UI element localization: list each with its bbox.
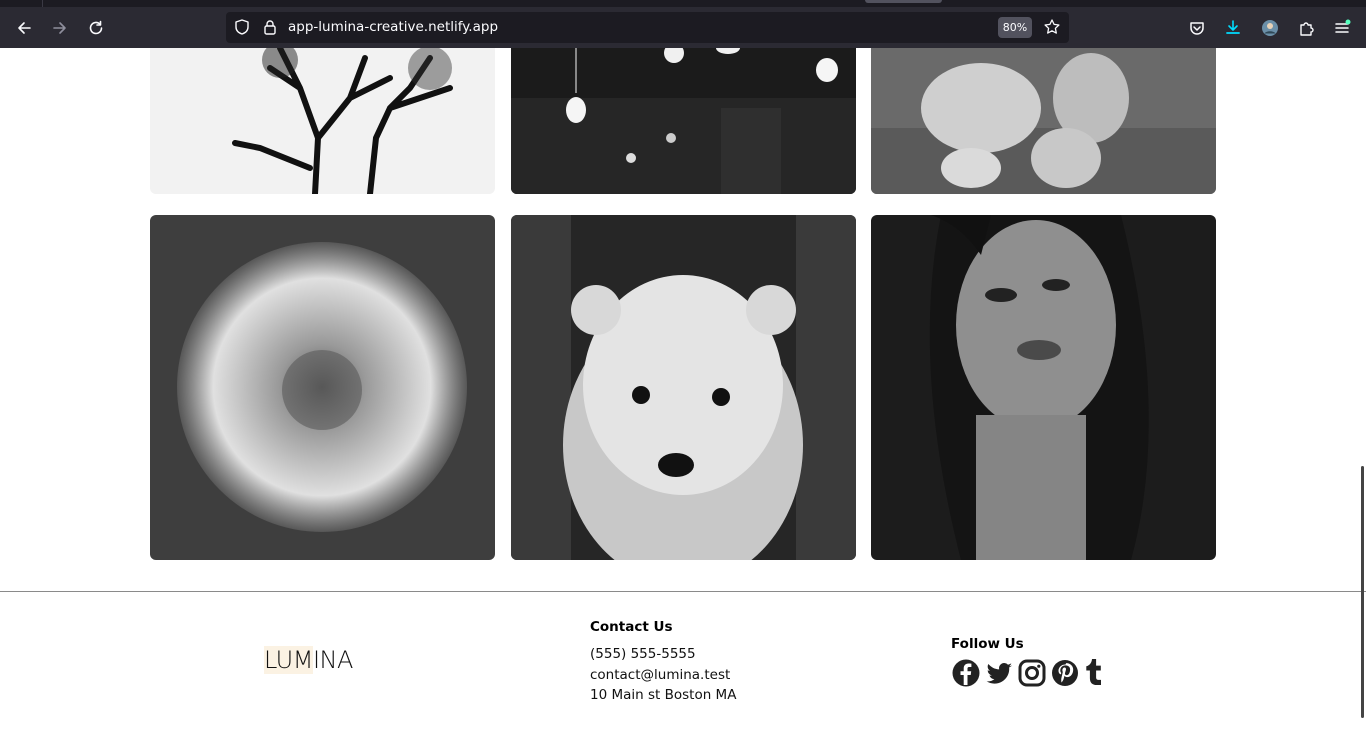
shield-icon[interactable] xyxy=(233,18,251,36)
twitter-icon xyxy=(986,663,1012,684)
account-button[interactable] xyxy=(1257,15,1283,41)
forward-arrow-icon xyxy=(53,22,66,34)
reload-icon xyxy=(89,20,103,35)
gallery-image-portrait[interactable] xyxy=(871,215,1216,560)
contact-heading: Contact Us xyxy=(590,619,673,635)
hamburger-menu-icon xyxy=(1335,19,1351,33)
bookmark-star-icon[interactable] xyxy=(1043,18,1061,36)
pinterest-icon xyxy=(1052,660,1078,686)
scrollbar-thumb[interactable] xyxy=(1361,466,1364,718)
facebook-link[interactable] xyxy=(951,658,981,688)
polar-bear-image xyxy=(511,215,856,560)
zoom-level-badge[interactable]: 80% xyxy=(998,17,1032,38)
tumblr-link[interactable] xyxy=(1080,658,1106,688)
tumblr-icon xyxy=(1086,659,1101,685)
pocket-button[interactable] xyxy=(1184,15,1210,41)
light-bulbs-image xyxy=(511,48,856,194)
logo-rest: INA xyxy=(312,646,353,674)
portrait-image xyxy=(871,215,1216,560)
extensions-button[interactable] xyxy=(1293,15,1319,41)
gallery-image-lion-toy[interactable] xyxy=(871,48,1216,194)
logo-highlight: LUM xyxy=(264,646,313,674)
site-logo[interactable]: LUMINA xyxy=(264,646,353,674)
pocket-icon xyxy=(1190,22,1204,35)
lock-icon[interactable] xyxy=(261,18,279,36)
contact-email[interactable]: contact@lumina.test xyxy=(590,667,730,683)
tab-strip xyxy=(0,0,1366,7)
twitter-link[interactable] xyxy=(984,658,1014,688)
menu-button[interactable] xyxy=(1329,15,1355,41)
forward-button[interactable] xyxy=(47,15,73,41)
puzzle-icon xyxy=(1300,22,1314,36)
avatar-icon xyxy=(1262,20,1278,36)
tree-image xyxy=(150,48,495,194)
reload-button[interactable] xyxy=(83,15,109,41)
instagram-link[interactable] xyxy=(1017,658,1047,688)
follow-heading: Follow Us xyxy=(951,636,1024,652)
facebook-icon xyxy=(952,659,980,687)
gallery-image-dandelion[interactable] xyxy=(150,215,495,560)
tab-separator xyxy=(42,0,43,7)
url-text[interactable]: app-lumina-creative.netlify.app xyxy=(288,19,498,35)
back-arrow-icon xyxy=(18,22,31,34)
gallery-image-tree[interactable] xyxy=(150,48,495,194)
pinterest-link[interactable] xyxy=(1050,658,1080,688)
downloads-button[interactable] xyxy=(1220,15,1246,41)
gallery-image-bulbs[interactable] xyxy=(511,48,856,194)
address-bar[interactable]: app-lumina-creative.netlify.app 80% xyxy=(226,12,1069,43)
contact-address: 10 Main st Boston MA xyxy=(590,687,737,703)
contact-phone[interactable]: (555) 555-5555 xyxy=(590,646,696,662)
lion-toy-image xyxy=(871,48,1216,194)
gallery-image-polar-bear[interactable] xyxy=(511,215,856,560)
active-tab-indicator[interactable] xyxy=(865,0,942,3)
dandelion-image xyxy=(150,215,495,560)
instagram-icon xyxy=(1018,659,1046,687)
browser-toolbar: app-lumina-creative.netlify.app 80% xyxy=(0,7,1366,48)
download-icon xyxy=(1226,20,1240,34)
footer-divider xyxy=(0,591,1366,592)
back-button[interactable] xyxy=(11,15,37,41)
